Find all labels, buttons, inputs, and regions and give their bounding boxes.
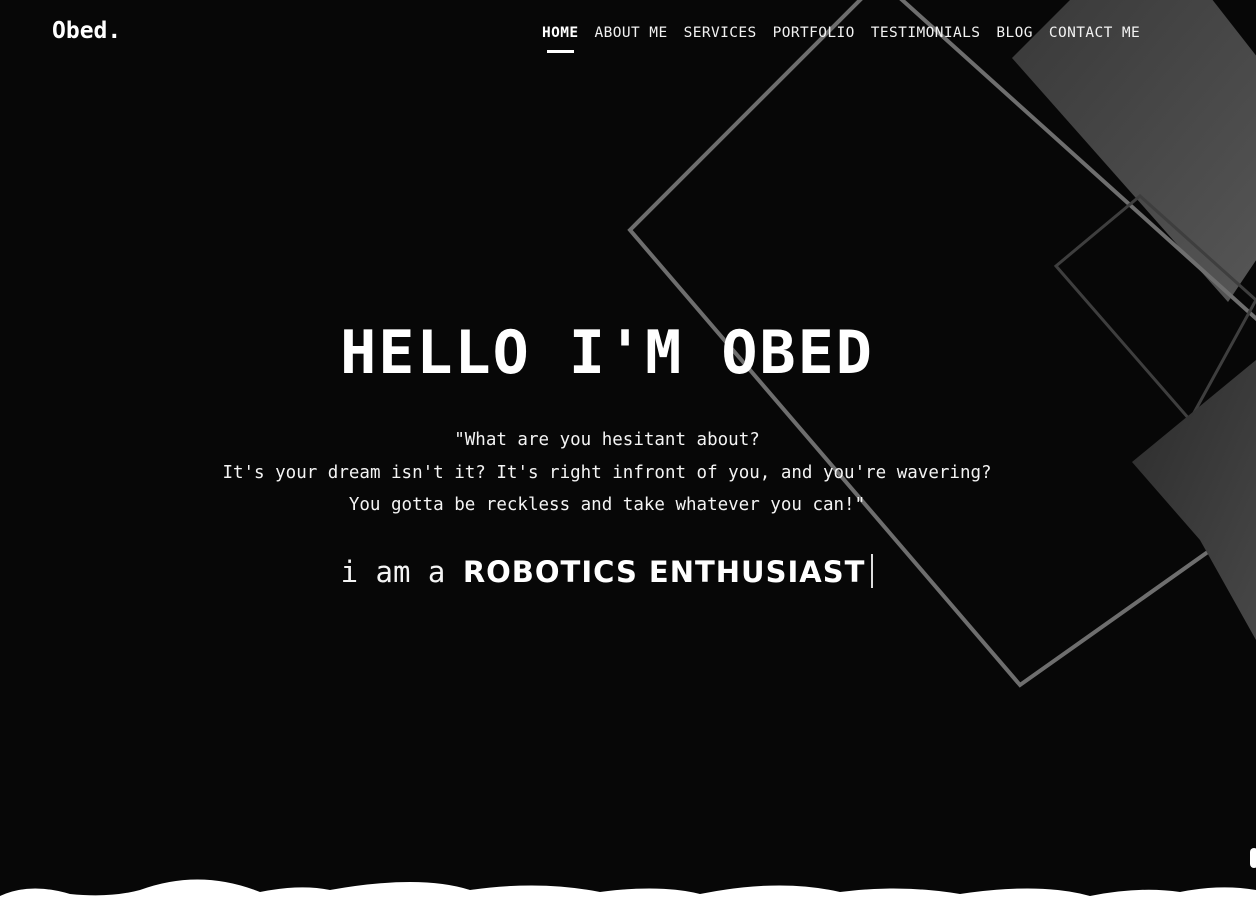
typing-prefix: i am a [340,555,446,589]
typing-word: ROBOTICS ENTHUSIAST [462,555,866,589]
nav-item-services[interactable]: SERVICES [678,24,763,42]
typing-caret-icon [871,554,874,588]
quote-line: It's your dream isn't it? It's right inf… [222,462,992,483]
nav-item-about-me[interactable]: ABOUT ME [589,24,674,42]
hero-title: HELLO I'M OBED [340,318,874,388]
quote-line: "What are you hesitant about? [454,430,760,450]
nav-item-testimonials[interactable]: TESTIMONIALS [865,24,987,42]
navbar: Obed. HOME ABOUT ME SERVICES PORTFOLIO T… [0,0,1256,70]
hero-quote: "What are you hesitant about? It's your … [0,424,1214,522]
nav-item-portfolio[interactable]: PORTFOLIO [767,24,861,42]
nav-menu: HOME ABOUT ME SERVICES PORTFOLIO TESTIMO… [536,24,1150,53]
scroll-indicator[interactable] [1250,848,1256,868]
bottom-cloud-divider [0,879,1256,914]
nav-item-blog[interactable]: BLOG [990,24,1039,42]
site-logo[interactable]: Obed. [52,18,121,44]
typing-text: i am a ROBOTICS ENTHUSIAST [0,553,1214,591]
nav-item-home[interactable]: HOME [536,24,585,53]
hero-section: HELLO I'M OBED "What are you hesitant ab… [0,0,1256,914]
quote-line: You gotta be reckless and take whatever … [348,495,866,515]
nav-item-contact-me[interactable]: CONTACT ME [1043,24,1146,42]
